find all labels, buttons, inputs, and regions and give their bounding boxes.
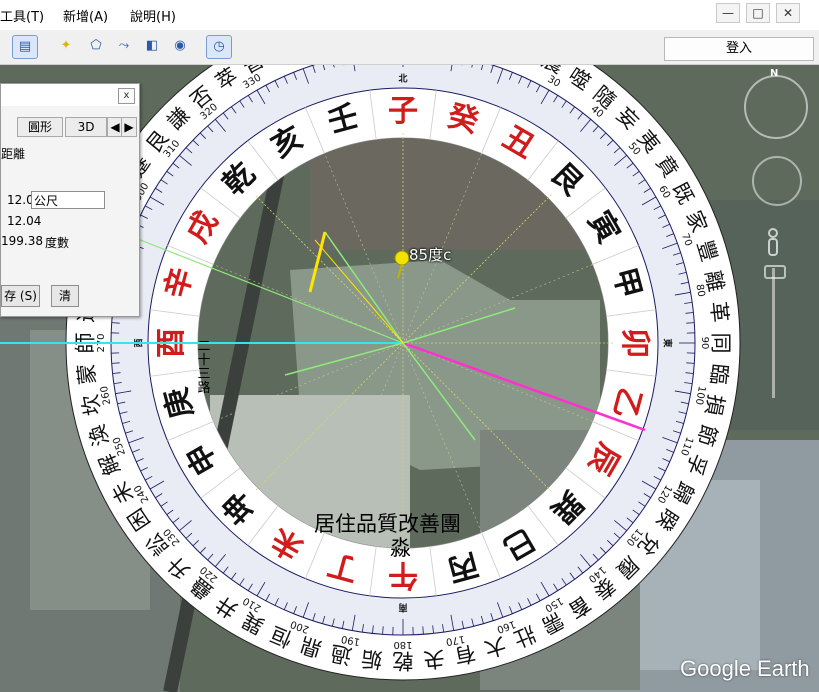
hexagram-label: 蒙 xyxy=(74,362,100,385)
tour-button[interactable]: ◉ xyxy=(168,35,192,57)
login-button[interactable]: 登入 xyxy=(664,37,814,61)
sidebar-toggle-button[interactable]: ▤ xyxy=(12,35,38,59)
menu-bar: 工具(T) 新增(A) 說明(H) — □ ✕ xyxy=(0,0,819,31)
degree-label: 90 xyxy=(699,337,710,350)
degree-tick-mark xyxy=(686,322,695,324)
hexagram-label: 臨 xyxy=(706,362,732,385)
mountain-label: 子 xyxy=(388,94,418,129)
ruler-dialog: x 圓形 3D ◀ ▶ 距離 12.04 公尺 12.04 199.38 度數 … xyxy=(0,83,140,317)
hexagram-label: 夬 xyxy=(422,646,445,672)
street-view-person-icon[interactable] xyxy=(765,228,781,258)
placemark-icon: ✦ xyxy=(60,38,72,53)
cardinal-label: 東 xyxy=(662,338,674,347)
zoom-slider[interactable] xyxy=(772,268,775,398)
studio-name-line2: 淼 xyxy=(390,536,411,560)
studio-name-line1: 居住品質改善團 xyxy=(314,512,461,536)
minimize-button[interactable]: — xyxy=(716,3,740,23)
google-earth-logo: Google Earth xyxy=(680,656,810,681)
unit-select-value: 公尺 xyxy=(34,194,59,208)
path-icon: ⤳ xyxy=(118,38,130,53)
hexagram-label: 革 xyxy=(706,300,732,323)
degree-tick-mark xyxy=(111,362,120,364)
tab-scroll-right[interactable]: ▶ xyxy=(121,117,137,137)
degree-tick-mark xyxy=(382,626,384,635)
path-button[interactable]: ⤳ xyxy=(112,35,136,57)
degree-tick-mark xyxy=(111,322,120,324)
polygon-button[interactable]: ⬠ xyxy=(84,35,108,57)
tab-circle[interactable]: 圓形 xyxy=(17,117,63,137)
overlay-button[interactable]: ◧ xyxy=(140,35,164,57)
ruler-close-button[interactable]: x xyxy=(118,88,135,104)
hexagram-label: 乾 xyxy=(393,649,414,673)
overlay-icon: ◧ xyxy=(145,38,159,53)
history-button[interactable]: ◷ xyxy=(206,35,232,59)
cardinal-label: 南 xyxy=(398,602,407,614)
zoom-slider-handle[interactable] xyxy=(764,265,786,279)
menu-help[interactable]: 說明(H) xyxy=(130,6,176,25)
menu-tools[interactable]: 工具(T) xyxy=(0,6,44,25)
road-label: 二十三路 xyxy=(197,339,211,396)
degree-tick-mark xyxy=(422,626,424,635)
compass-navigation-ring[interactable] xyxy=(744,75,808,139)
degree-label: 180 xyxy=(393,639,412,650)
distance-label: 距離 xyxy=(1,147,26,161)
save-button[interactable]: 存 (S) xyxy=(1,285,40,307)
tour-icon: ◉ xyxy=(174,38,186,53)
tab-3d[interactable]: 3D xyxy=(65,117,107,137)
hexagram-label: 姤 xyxy=(360,646,383,672)
placemark-button[interactable]: ✦ xyxy=(54,35,78,57)
history-icon: ◷ xyxy=(213,39,225,54)
degree-tick-mark xyxy=(686,362,695,364)
maximize-button[interactable]: □ xyxy=(746,3,770,23)
map-length-value: 12.04 xyxy=(7,214,42,228)
cardinal-label: 北 xyxy=(398,73,407,85)
hexagram-label: 同 xyxy=(709,333,733,354)
look-joystick[interactable] xyxy=(752,156,802,206)
mountain-label: 卯 xyxy=(617,328,652,358)
sidebar-toggle-icon: ▤ xyxy=(18,39,32,54)
heading-unit: 度數 xyxy=(45,236,70,250)
polygon-icon: ⬠ xyxy=(90,38,102,53)
unit-select[interactable]: 公尺 xyxy=(31,191,105,209)
mountain-label: 午 xyxy=(388,557,418,592)
clear-button[interactable]: 清 xyxy=(51,285,79,307)
heading-value: 199.38 xyxy=(1,234,43,248)
placemark-label[interactable]: 85度c xyxy=(409,244,451,265)
close-button[interactable]: ✕ xyxy=(776,3,800,23)
menu-add[interactable]: 新增(A) xyxy=(63,6,108,25)
